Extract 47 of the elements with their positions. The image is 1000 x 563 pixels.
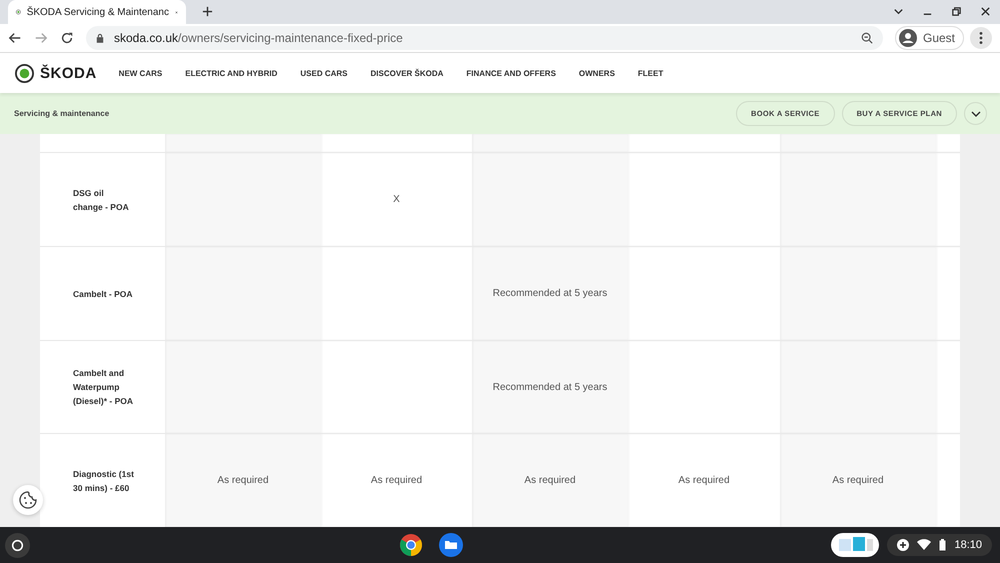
cookie-icon <box>18 490 38 510</box>
cookie-button[interactable] <box>13 485 43 515</box>
zoom-icon[interactable] <box>860 32 873 44</box>
nav-link[interactable]: DISCOVER ŠKODA <box>370 68 444 78</box>
row-label: Cambelt - POA <box>73 288 133 300</box>
nav-link[interactable]: NEW CARS <box>118 68 162 78</box>
folder-icon[interactable] <box>438 533 463 557</box>
lock-icon <box>96 33 104 43</box>
battery-icon <box>939 539 946 551</box>
close-icon[interactable] <box>980 6 991 17</box>
table-cell: Recommended at 5 years <box>472 341 628 434</box>
add-icon <box>897 539 910 551</box>
nav-link[interactable]: FINANCE AND OFFERS <box>466 68 556 78</box>
restore-icon[interactable] <box>951 6 962 17</box>
table-cell: As required <box>628 434 780 527</box>
table-cell: As required <box>165 434 321 527</box>
row-label: DSG oil change - POA <box>73 186 130 214</box>
more-icon[interactable] <box>970 27 992 49</box>
browser-icon[interactable] <box>398 533 423 557</box>
section-title: Servicing & maintenance <box>14 109 110 118</box>
back-arrow-icon[interactable] <box>8 31 22 45</box>
table-cell: As required <box>780 434 936 527</box>
nav-link[interactable]: ELECTRIC AND HYBRID <box>185 68 278 78</box>
avatar-icon <box>898 29 917 47</box>
chevron-down-icon[interactable] <box>893 6 904 17</box>
nav-link[interactable]: OWNERS <box>578 68 615 78</box>
nav-link[interactable]: USED CARS <box>300 68 348 78</box>
new-tab-icon[interactable] <box>202 6 213 17</box>
launcher-icon[interactable] <box>5 532 30 558</box>
screenshot-thumbnail-icon[interactable] <box>831 533 880 557</box>
logo-icon[interactable] <box>15 64 34 82</box>
browser-tab[interactable]: ŠKODA Servicing & Maintenanc <box>8 0 186 24</box>
row-label: Cambelt and Waterpump (Diesel)* - POA <box>73 367 134 408</box>
table-cell: Recommended at 5 years <box>472 247 628 341</box>
reload-icon[interactable] <box>60 31 74 45</box>
brand-name[interactable]: ŠKODA <box>40 64 97 82</box>
profile-button[interactable]: Guest <box>894 26 964 50</box>
address-field[interactable]: skoda.co.uk/owners/servicing-maintenance-fixed-price <box>86 26 883 50</box>
row-label: Diagnostic (1st 30 mins) - £60 <box>73 468 135 494</box>
clock-time: 18:10 <box>954 539 982 551</box>
status-tray[interactable]: 18:10 <box>887 534 992 556</box>
expand-button[interactable] <box>964 102 987 125</box>
table-cell: As required <box>321 434 472 527</box>
table-cell: X <box>321 153 472 247</box>
table-cell: As required <box>472 434 628 527</box>
wifi-icon <box>917 539 932 551</box>
nav-link[interactable]: FLEET <box>638 68 664 78</box>
